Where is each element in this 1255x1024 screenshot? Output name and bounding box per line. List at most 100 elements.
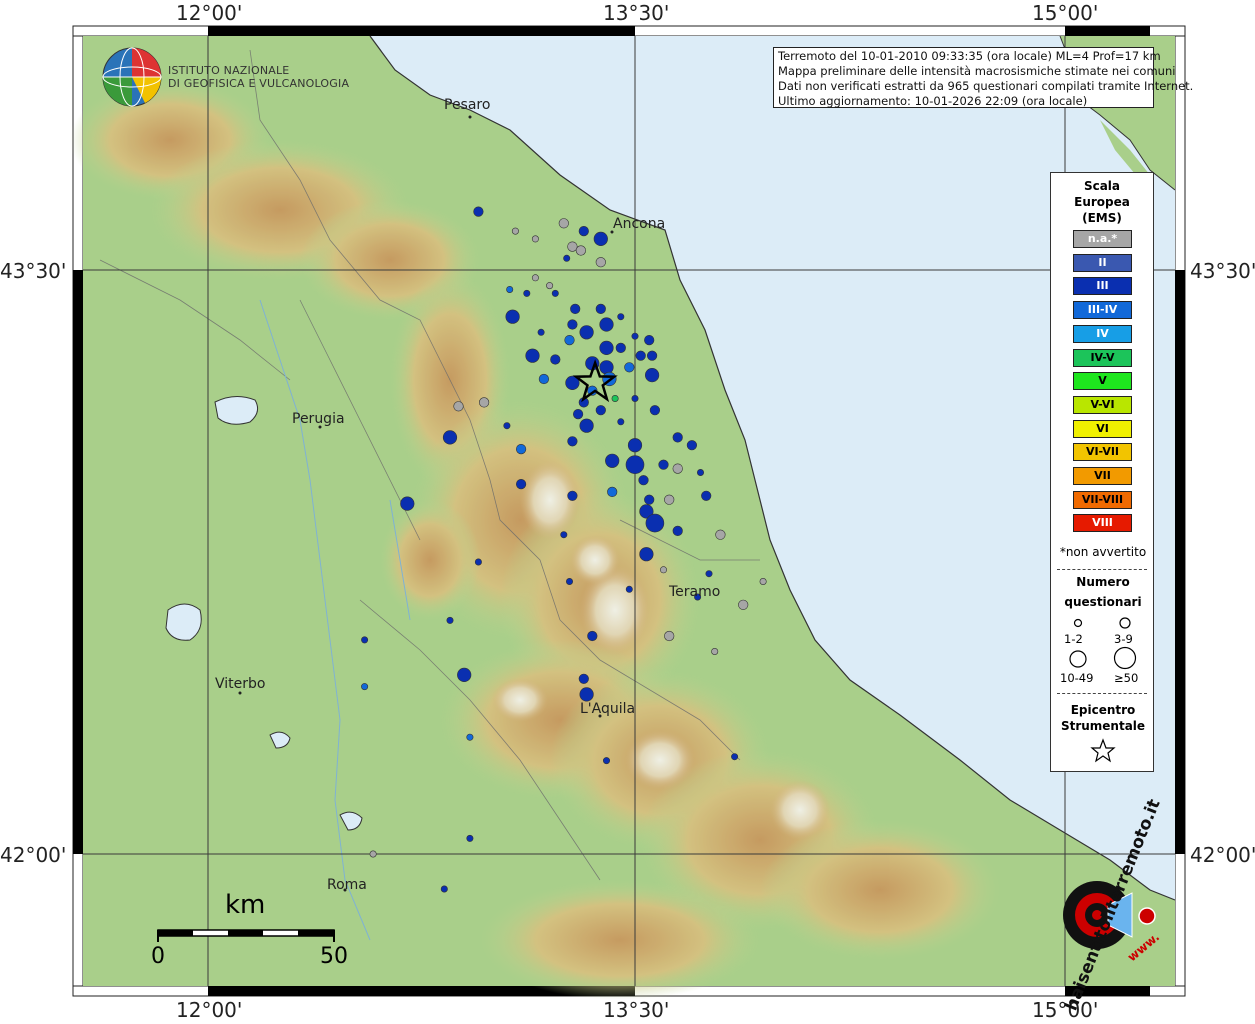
- intensity-point: [523, 289, 531, 297]
- intensity-point: [607, 486, 618, 498]
- intensity-point: [369, 850, 377, 858]
- legend-title-line-1: Scala: [1083, 179, 1121, 193]
- intensity-point: [538, 373, 550, 385]
- city-label-viterbo: Viterbo: [215, 676, 266, 692]
- intensity-point: [599, 360, 614, 375]
- legend-swatch-vi: VI: [1073, 419, 1132, 438]
- city-label-pesaro: Pesaro: [444, 97, 491, 113]
- lon-label-top-3: 15°00': [1032, 1, 1099, 25]
- intensity-point: [649, 405, 661, 416]
- intensity-point: [672, 525, 683, 537]
- count-label-1: 1-2: [1064, 632, 1083, 646]
- institute-name: ISTITUTO NAZIONALE DI GEOFISICA E VULCAN…: [168, 64, 349, 90]
- intensity-point: [605, 453, 620, 468]
- intensity-point: [705, 570, 713, 578]
- info-line-1: Terremoto del 10-01-2010 09:33:35 (ora l…: [778, 49, 1161, 63]
- intensity-point: [672, 463, 683, 474]
- intensity-point: [599, 317, 614, 332]
- intensity-point: [565, 577, 573, 585]
- intensity-point: [575, 245, 587, 256]
- intensity-point: [587, 630, 598, 642]
- intensity-point: [664, 630, 675, 642]
- ingv-logo-icon: [102, 47, 162, 107]
- size-symbol-1-2: [1073, 618, 1083, 628]
- intensity-point: [715, 529, 726, 540]
- intensity-point: [567, 490, 578, 501]
- intensity-point: [759, 577, 767, 585]
- intensity-point: [593, 231, 608, 246]
- intensity-point: [546, 282, 554, 290]
- intensity-point: [506, 285, 514, 293]
- intensity-point: [567, 319, 578, 330]
- count-label-2: 3-9: [1114, 632, 1133, 646]
- intensity-point: [505, 309, 520, 324]
- intensity-point: [659, 566, 667, 574]
- intensity-point: [711, 647, 719, 655]
- intensity-point: [595, 405, 606, 416]
- intensity-point: [595, 303, 606, 315]
- intensity-point: [599, 340, 614, 356]
- legend-swatch-n-a: n.a.*: [1073, 230, 1132, 248]
- intensity-point: [511, 227, 519, 235]
- legend-note: *non avvertito: [1059, 545, 1147, 559]
- intensity-point: [615, 342, 626, 354]
- intensity-point: [627, 438, 643, 453]
- legend-title: Scala Europea (EMS): [1051, 178, 1153, 226]
- intensity-point: [631, 394, 639, 402]
- epicenter-title-line-2: Strumentale: [1060, 719, 1146, 733]
- intensity-point: [551, 289, 559, 297]
- intensity-map-page: 12°00' 13°30' 15°00' 12°00' 13°30' 15°00…: [0, 0, 1255, 1024]
- city-label-roma: Roma: [327, 877, 367, 893]
- intensity-point: [558, 218, 569, 229]
- legend-swatch-viii: VIII: [1073, 514, 1132, 533]
- intensity-point: [570, 303, 581, 315]
- lon-label-bottom-2: 13°30': [603, 998, 670, 1022]
- intensity-point: [473, 206, 484, 217]
- intensity-point: [631, 332, 639, 340]
- intensity-point: [639, 547, 654, 562]
- size-symbol-3-9: [1119, 617, 1131, 629]
- intensity-point: [696, 468, 704, 476]
- legend-swatch-iv: IV: [1073, 324, 1132, 343]
- intensity-point: [635, 350, 646, 361]
- legend-title-line-2: Europea: [1074, 195, 1130, 209]
- count-title-line-1: Numero: [1076, 575, 1130, 589]
- lat-label-left-1: 43°30': [0, 259, 67, 283]
- intensity-point: [515, 444, 527, 455]
- legend-swatch-v: V: [1073, 372, 1132, 391]
- intensity-point: [638, 475, 649, 486]
- legend-separator-2: [1057, 693, 1147, 694]
- lake-trasimeno: [214, 396, 259, 425]
- intensity-point: [563, 254, 571, 262]
- epicenter-title-line-1: Epicentro: [1070, 703, 1136, 717]
- event-info-box: Terremoto del 10-01-2010 09:33:35 (ora l…: [773, 47, 1193, 108]
- intensity-point: [479, 397, 490, 408]
- legend-swatch-v-vi: V-VI: [1073, 395, 1132, 414]
- intensity-point: [537, 328, 545, 336]
- intensity-point: [644, 335, 655, 346]
- lon-label-bottom-1: 12°00': [176, 998, 243, 1022]
- intensity-point: [578, 673, 589, 684]
- intensity-point: [664, 494, 675, 505]
- intensity-point: [466, 733, 474, 741]
- intensity-point: [646, 350, 658, 361]
- intensity-point: [531, 274, 539, 282]
- intensity-point: [579, 418, 594, 433]
- intensity-point: [560, 531, 568, 539]
- intensity-point: [361, 636, 369, 644]
- intensity-point: [602, 757, 610, 765]
- city-label-ancona: Ancona: [613, 216, 666, 232]
- scale-start: 0: [151, 944, 165, 969]
- intensity-point: [531, 235, 539, 243]
- intensity-point: [738, 599, 749, 610]
- intensity-point: [579, 325, 594, 340]
- intensity-point: [579, 687, 594, 702]
- intensity-point: [701, 490, 712, 501]
- legend-swatch-iii: III: [1073, 277, 1132, 296]
- intensity-point: [567, 436, 578, 447]
- city-label-perugia: Perugia: [292, 411, 345, 427]
- intensity-point: [515, 479, 527, 490]
- size-symbol-50: [1113, 646, 1137, 670]
- intensity-point: [617, 313, 625, 321]
- legend-star-icon: [1090, 738, 1116, 763]
